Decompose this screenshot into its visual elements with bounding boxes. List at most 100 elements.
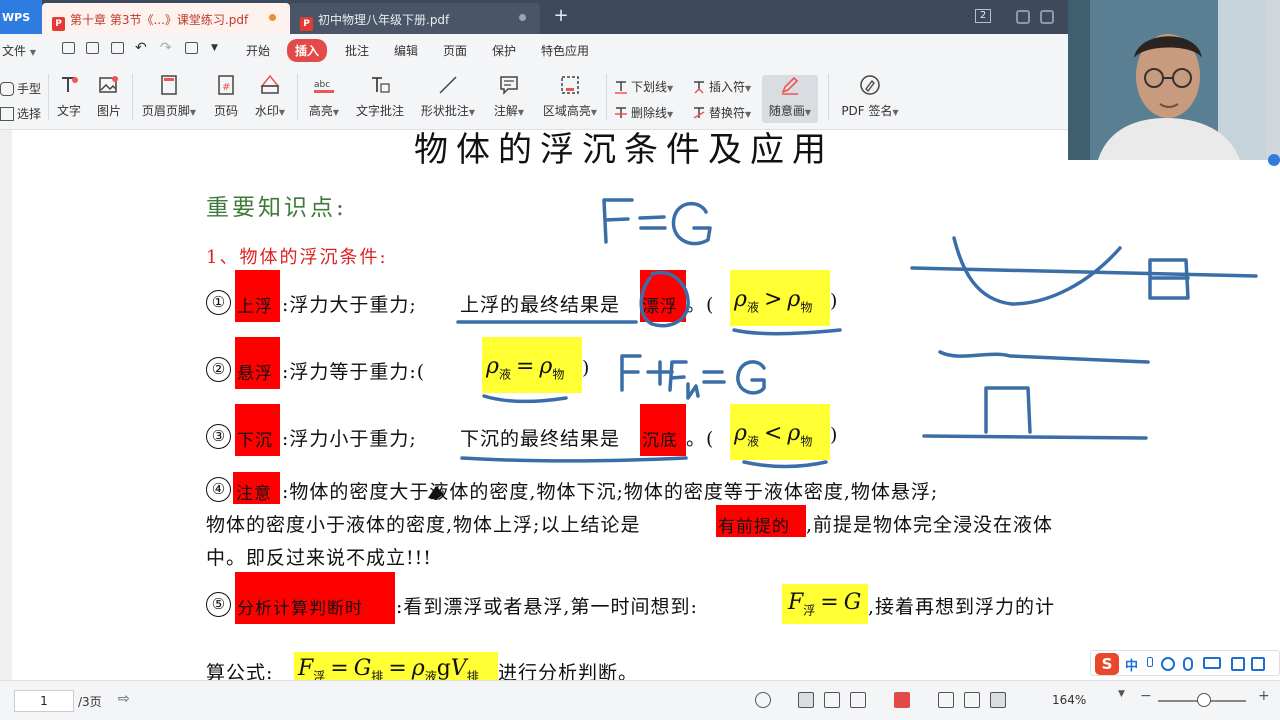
menu-protect[interactable]: 保护 [492, 42, 516, 59]
g-symbol: g [436, 656, 451, 681]
select-tool-button[interactable]: 选择 [0, 105, 41, 127]
punctuation-icon[interactable] [1147, 657, 1153, 667]
skin-icon[interactable] [1016, 10, 1030, 24]
go-to-page-icon[interactable]: ⇨ [118, 691, 130, 707]
menu-insert[interactable]: 插入 [287, 39, 328, 62]
line-shape-icon [437, 74, 459, 96]
float-subscript: 浮 [803, 603, 816, 618]
save-icon[interactable] [86, 42, 99, 54]
force-symbol: F [298, 656, 314, 681]
page-number-input[interactable]: 1 [14, 690, 74, 712]
strikethrough-label: 删除线 [631, 106, 668, 120]
menu-special[interactable]: 特色应用 [541, 42, 589, 59]
toolbox-icon[interactable] [1231, 657, 1245, 671]
ribbon-separator [48, 74, 49, 120]
replace-mark-icon [692, 106, 706, 120]
tab-active-document[interactable]: P 第十章 第3节《...》课堂练习.pdf [42, 3, 290, 34]
wps-home-tab[interactable]: WPS [0, 0, 42, 34]
shape-comment-button[interactable]: 形状批注▼ [418, 70, 478, 124]
header-footer-button[interactable]: 页眉页脚▼ [140, 70, 198, 124]
pdf-sign-button[interactable]: PDF 签名▼ [838, 70, 902, 124]
window-count-badge[interactable]: 2 [975, 9, 991, 23]
text-label: 文字 [56, 104, 81, 118]
open-folder-icon[interactable] [62, 42, 75, 54]
note-button[interactable]: 注解▼ [490, 70, 528, 124]
liquid-subscript: 液 [746, 300, 759, 315]
tab-textbook-document[interactable]: P 初中物理八年级下册.pdf [290, 3, 540, 34]
ime-mode-label[interactable]: 中 [1125, 655, 1138, 674]
eye-protect-icon[interactable] [755, 692, 771, 708]
menu-page[interactable]: 页面 [443, 42, 467, 59]
sogou-logo-icon[interactable]: S [1095, 653, 1119, 675]
keyboard-icon[interactable] [1203, 657, 1221, 669]
highlight-button[interactable]: abc 高亮▼ [305, 70, 343, 124]
double-page-view-icon[interactable] [850, 692, 866, 708]
replace-mark-label: 替换符 [709, 106, 746, 120]
rho-symbol: ρ [411, 656, 425, 681]
chevron-down-icon: ▼ [189, 108, 197, 117]
microphone-icon[interactable] [1183, 657, 1193, 671]
quick-access-more-icon[interactable]: ▼ [211, 43, 218, 53]
item3-text-b: 下沉的最终结果是 [460, 428, 621, 450]
file-menu[interactable]: 文件 ▼ [2, 42, 36, 59]
tag-bottom: 沉底 [642, 431, 678, 451]
tab-close-dot-icon[interactable] [519, 14, 526, 21]
underline-t-icon [614, 80, 628, 94]
header-footer-label: 页眉页脚 [141, 104, 190, 118]
freehand-draw-button[interactable]: 随意画▼ [764, 70, 816, 124]
single-page-view-icon[interactable] [798, 692, 814, 708]
cursor-icon [0, 107, 14, 121]
tag-analysis: 分析计算判断时 [237, 599, 363, 619]
fit-page-icon[interactable] [964, 692, 980, 708]
new-tab-button[interactable]: + [552, 6, 570, 26]
item4-line1: :物体的密度大于液体的密度,物体下沉;物体的密度等于液体密度,物体悬浮; [282, 481, 939, 503]
item1-text-a: :浮力大于重力; [282, 294, 417, 316]
side-panel-toggle-icon[interactable] [1268, 154, 1280, 166]
area-highlight-button[interactable]: 区域高亮▼ [540, 70, 600, 124]
fit-width-icon[interactable] [990, 692, 1006, 708]
formula-f-eq-g: F浮 = G [788, 590, 861, 618]
text-comment-label: 文字批注 [355, 104, 404, 118]
zoom-slider-handle[interactable] [1197, 693, 1211, 707]
text-button[interactable]: 文字 [54, 70, 84, 124]
undo-icon[interactable]: ↶ [135, 40, 147, 56]
emoji-icon[interactable] [1161, 657, 1175, 671]
pdf-sign-label: PDF 签名 [841, 104, 893, 118]
underline-button[interactable]: 下划线▼ [614, 78, 673, 100]
chevron-down-icon: ▼ [468, 108, 476, 117]
svg-text:abc: abc [314, 80, 330, 90]
shirt-icon[interactable] [1040, 10, 1054, 24]
chevron-down-icon: ▼ [804, 108, 812, 117]
actual-size-icon[interactable] [938, 692, 954, 708]
zoom-dropdown-icon[interactable]: ▼ [1118, 689, 1125, 699]
item1-text-b: 上浮的最终结果是 [460, 294, 621, 316]
item4-line3: 中。即反过来说不成立!!! [206, 547, 432, 569]
zoom-out-icon[interactable]: − [1140, 688, 1152, 704]
print-icon[interactable] [111, 42, 124, 54]
menu-bar: 文件 ▼ ↶ ↷ ▼ 开始 插入 批注 编辑 页面 保护 特色应用 [0, 34, 1068, 64]
section-heading: 重要知识点: [206, 195, 347, 221]
redo-icon[interactable]: ↷ [160, 40, 172, 56]
gravity-symbol: G [843, 590, 862, 615]
chevron-down-icon: ▼ [332, 108, 340, 117]
insert-mark-button[interactable]: 插入符▼ [692, 78, 751, 100]
skin-shirt-icon[interactable] [1251, 657, 1265, 671]
watermark-button[interactable]: 水印▼ [251, 70, 289, 124]
insert-mark-label: 插入符 [709, 80, 746, 94]
menu-comment[interactable]: 批注 [345, 42, 369, 59]
export-icon[interactable] [185, 42, 198, 54]
text-comment-button[interactable]: 文字批注 [355, 70, 405, 124]
continuous-view-icon[interactable] [824, 692, 840, 708]
select-label: 选择 [17, 107, 42, 121]
ime-toolbar[interactable]: S 中 [1090, 650, 1280, 676]
page-number-button[interactable]: # 页码 [212, 70, 240, 124]
zoom-in-icon[interactable]: + [1258, 688, 1270, 704]
menu-start[interactable]: 开始 [246, 42, 270, 59]
play-slideshow-icon[interactable] [894, 692, 910, 708]
image-button[interactable]: 图片 [94, 70, 124, 124]
page-number-label: 页码 [213, 104, 238, 118]
menu-edit[interactable]: 编辑 [394, 42, 418, 59]
chevron-down-icon: ▼ [745, 110, 752, 119]
hand-tool-button[interactable]: 手型 [0, 80, 41, 102]
zoom-level-label[interactable]: 164% [1052, 693, 1086, 707]
